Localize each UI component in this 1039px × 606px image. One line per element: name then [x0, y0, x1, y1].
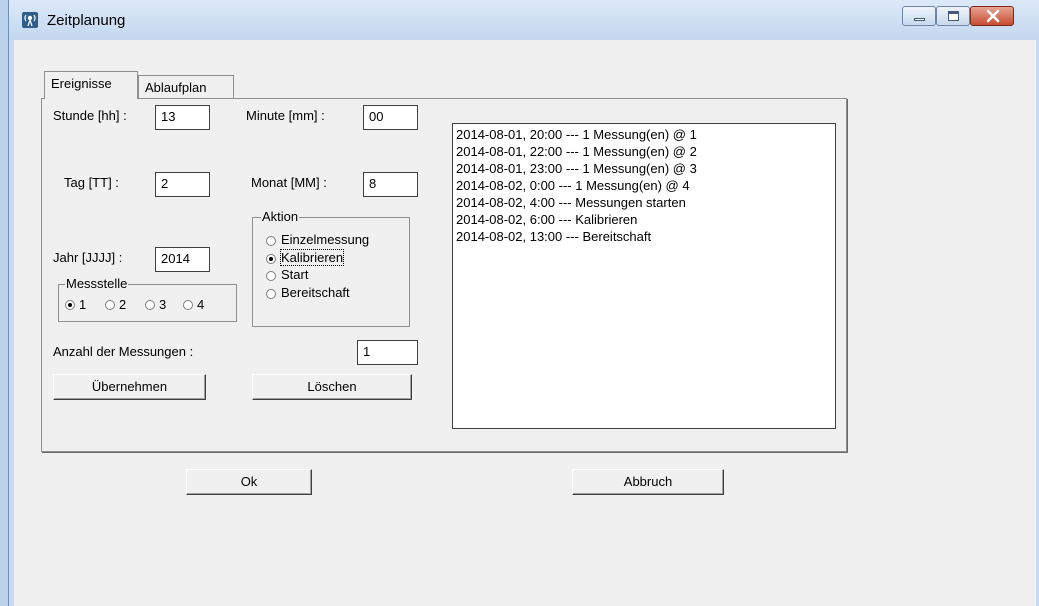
aktion-label-start: Start: [281, 267, 309, 282]
messstelle-legend: Messstelle: [65, 276, 129, 291]
aktion-legend: Aktion: [261, 209, 300, 224]
messstelle-radio-2[interactable]: [105, 300, 115, 310]
dialog-client: Ereignisse Ablaufplan Stunde [hh] : 13 M…: [14, 40, 1036, 606]
aktion-radio-kalibrieren[interactable]: [266, 254, 276, 264]
messstelle-label-3: 3: [159, 297, 167, 312]
list-item[interactable]: 2014-08-02, 4:00 --- Messungen starten: [456, 194, 832, 211]
hour-label: Stunde [hh] :: [53, 108, 127, 123]
cancel-button[interactable]: Abbruch: [572, 469, 724, 495]
aktion-label-einzelmessung: Einzelmessung: [281, 232, 370, 247]
events-listbox[interactable]: 2014-08-01, 20:00 --- 1 Messung(en) @ 12…: [452, 123, 836, 429]
close-icon: [986, 9, 1000, 23]
aktion-radio-bereitschaft[interactable]: [266, 289, 276, 299]
year-label: Jahr [JJJJ] :: [53, 250, 123, 265]
list-item[interactable]: 2014-08-02, 13:00 --- Bereitschaft: [456, 228, 832, 245]
dialog-window: Zeitplanung Ereignisse Ablaufplan Stunde…: [8, 0, 1039, 606]
maximize-button[interactable]: [936, 6, 970, 26]
aktion-radio-start[interactable]: [266, 271, 276, 281]
count-input[interactable]: 1: [357, 340, 418, 365]
month-label: Monat [MM] :: [251, 175, 327, 190]
ok-button[interactable]: Ok: [186, 469, 312, 495]
list-item[interactable]: 2014-08-02, 0:00 --- 1 Messung(en) @ 4: [456, 177, 832, 194]
aktion-label-bereitschaft: Bereitschaft: [281, 285, 350, 300]
title-bar[interactable]: Zeitplanung: [9, 0, 1039, 40]
aktion-group: Aktion Einzelmessung Kalibrieren Start B…: [252, 209, 410, 327]
day-input[interactable]: 2: [155, 172, 210, 197]
list-item[interactable]: 2014-08-01, 23:00 --- 1 Messung(en) @ 3: [456, 160, 832, 177]
minimize-icon: [914, 18, 925, 21]
tab-ereignisse[interactable]: Ereignisse: [44, 71, 138, 99]
messstelle-radio-3[interactable]: [145, 300, 155, 310]
messstelle-label-1: 1: [79, 297, 87, 312]
minute-input[interactable]: 00: [363, 105, 418, 130]
messstelle-radio-4[interactable]: [183, 300, 193, 310]
list-item[interactable]: 2014-08-02, 6:00 --- Kalibrieren: [456, 211, 832, 228]
aktion-label-kalibrieren: Kalibrieren: [279, 249, 345, 266]
window-title: Zeitplanung: [47, 12, 126, 29]
month-input[interactable]: 8: [363, 172, 418, 197]
minimize-button[interactable]: [902, 6, 936, 26]
tab-ablaufplan[interactable]: Ablaufplan: [138, 75, 234, 99]
apply-button[interactable]: Übernehmen: [53, 374, 206, 400]
close-button[interactable]: [970, 6, 1014, 26]
delete-button[interactable]: Löschen: [252, 374, 412, 400]
minute-label: Minute [mm] :: [246, 108, 325, 123]
day-label: Tag [TT] :: [64, 175, 119, 190]
list-item[interactable]: 2014-08-01, 20:00 --- 1 Messung(en) @ 1: [456, 126, 832, 143]
maximize-icon: [948, 11, 959, 21]
messstelle-group: Messstelle 1 2 3 4: [58, 276, 237, 322]
hour-input[interactable]: 13: [155, 105, 210, 130]
messstelle-label-2: 2: [119, 297, 127, 312]
messstelle-label-4: 4: [197, 297, 205, 312]
antenna-icon: [22, 12, 38, 28]
aktion-radio-einzelmessung[interactable]: [266, 236, 276, 246]
list-item[interactable]: 2014-08-01, 22:00 --- 1 Messung(en) @ 2: [456, 143, 832, 160]
year-input[interactable]: 2014: [155, 247, 210, 272]
messstelle-radio-1[interactable]: [65, 300, 75, 310]
count-label: Anzahl der Messungen :: [53, 344, 194, 359]
